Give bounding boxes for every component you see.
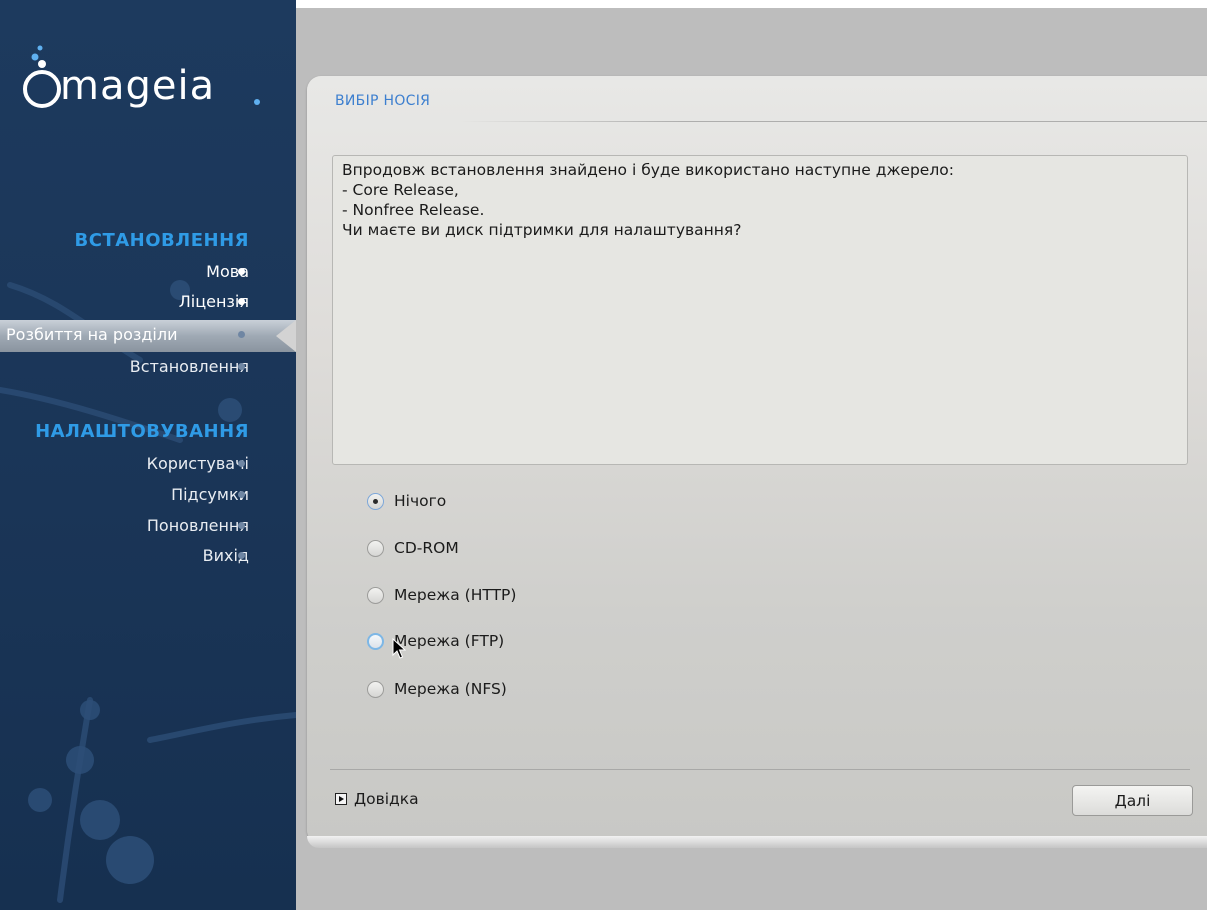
pending-bullet-icon: [238, 331, 245, 338]
option-http[interactable]: Мережа (HTTP): [367, 583, 516, 607]
top-strip: [296, 0, 1207, 8]
help-expander[interactable]: Довідка: [335, 790, 419, 808]
radio-hover-icon[interactable]: [367, 632, 384, 650]
option-label: Мережа (HTTP): [394, 586, 517, 604]
page-title: ВИБІР НОСІЯ: [335, 93, 431, 109]
pending-bullet-icon: [238, 363, 245, 370]
radio-icon[interactable]: [367, 539, 384, 557]
pending-bullet-icon: [238, 460, 245, 467]
option-label: CD-ROM: [394, 539, 459, 557]
option-label: Нічого: [394, 492, 447, 510]
radio-icon[interactable]: [367, 680, 384, 698]
message-textbox: Впродовж встановлення знайдено і буде ви…: [332, 155, 1188, 465]
message-line: - Nonfree Release.: [342, 201, 485, 219]
title-divider: [460, 121, 1207, 122]
mouse-pointer-icon: [392, 638, 406, 659]
option-label: Мережа (NFS): [394, 680, 507, 698]
done-bullet-icon: [238, 268, 245, 275]
message-line: Чи маєте ви диск підтримки для налаштува…: [342, 221, 742, 239]
help-label[interactable]: Довідка: [354, 790, 419, 808]
option-label: Мережа (FTP): [394, 632, 505, 650]
section-heading-configure: НАЛАШТОВУВАННЯ: [35, 421, 249, 442]
done-bullet-icon: [238, 298, 245, 305]
option-none[interactable]: Нічого: [367, 489, 446, 513]
expand-triangle-icon[interactable]: [335, 793, 347, 805]
sidebar-item-updates: Поновлення: [146, 516, 249, 535]
radio-checked-icon[interactable]: [367, 492, 384, 510]
pending-bullet-icon: [238, 491, 245, 498]
active-pointer-icon: [276, 320, 296, 352]
pending-bullet-icon: [238, 522, 245, 529]
option-ftp[interactable]: Мережа (FTP): [367, 629, 504, 653]
option-nfs[interactable]: Мережа (NFS): [367, 677, 507, 701]
pending-bullet-icon: [238, 552, 245, 559]
message-line: - Core Release,: [342, 181, 459, 199]
sidebar: mageia ВСТАНОВЛЕННЯ Мова Ліцензія Розбит…: [0, 0, 296, 910]
footer-divider: [330, 769, 1190, 770]
option-cdrom[interactable]: CD-ROM: [367, 536, 459, 560]
sidebar-item-partitioning: Розбиття на розділи: [6, 325, 178, 344]
next-button[interactable]: Далі: [1072, 785, 1193, 816]
installer-window: mageia ВСТАНОВЛЕННЯ Мова Ліцензія Розбит…: [0, 0, 1207, 910]
radio-icon[interactable]: [367, 586, 384, 604]
panel-edge: [307, 836, 1207, 848]
sidebar-item-installation: Встановлення: [129, 357, 249, 376]
sidebar-item-users: Користувачі: [146, 454, 249, 473]
message-line: Впродовж встановлення знайдено і буде ви…: [342, 161, 954, 179]
logo-wordmark: mageia: [60, 63, 216, 109]
section-heading-install: ВСТАНОВЛЕННЯ: [74, 230, 249, 251]
